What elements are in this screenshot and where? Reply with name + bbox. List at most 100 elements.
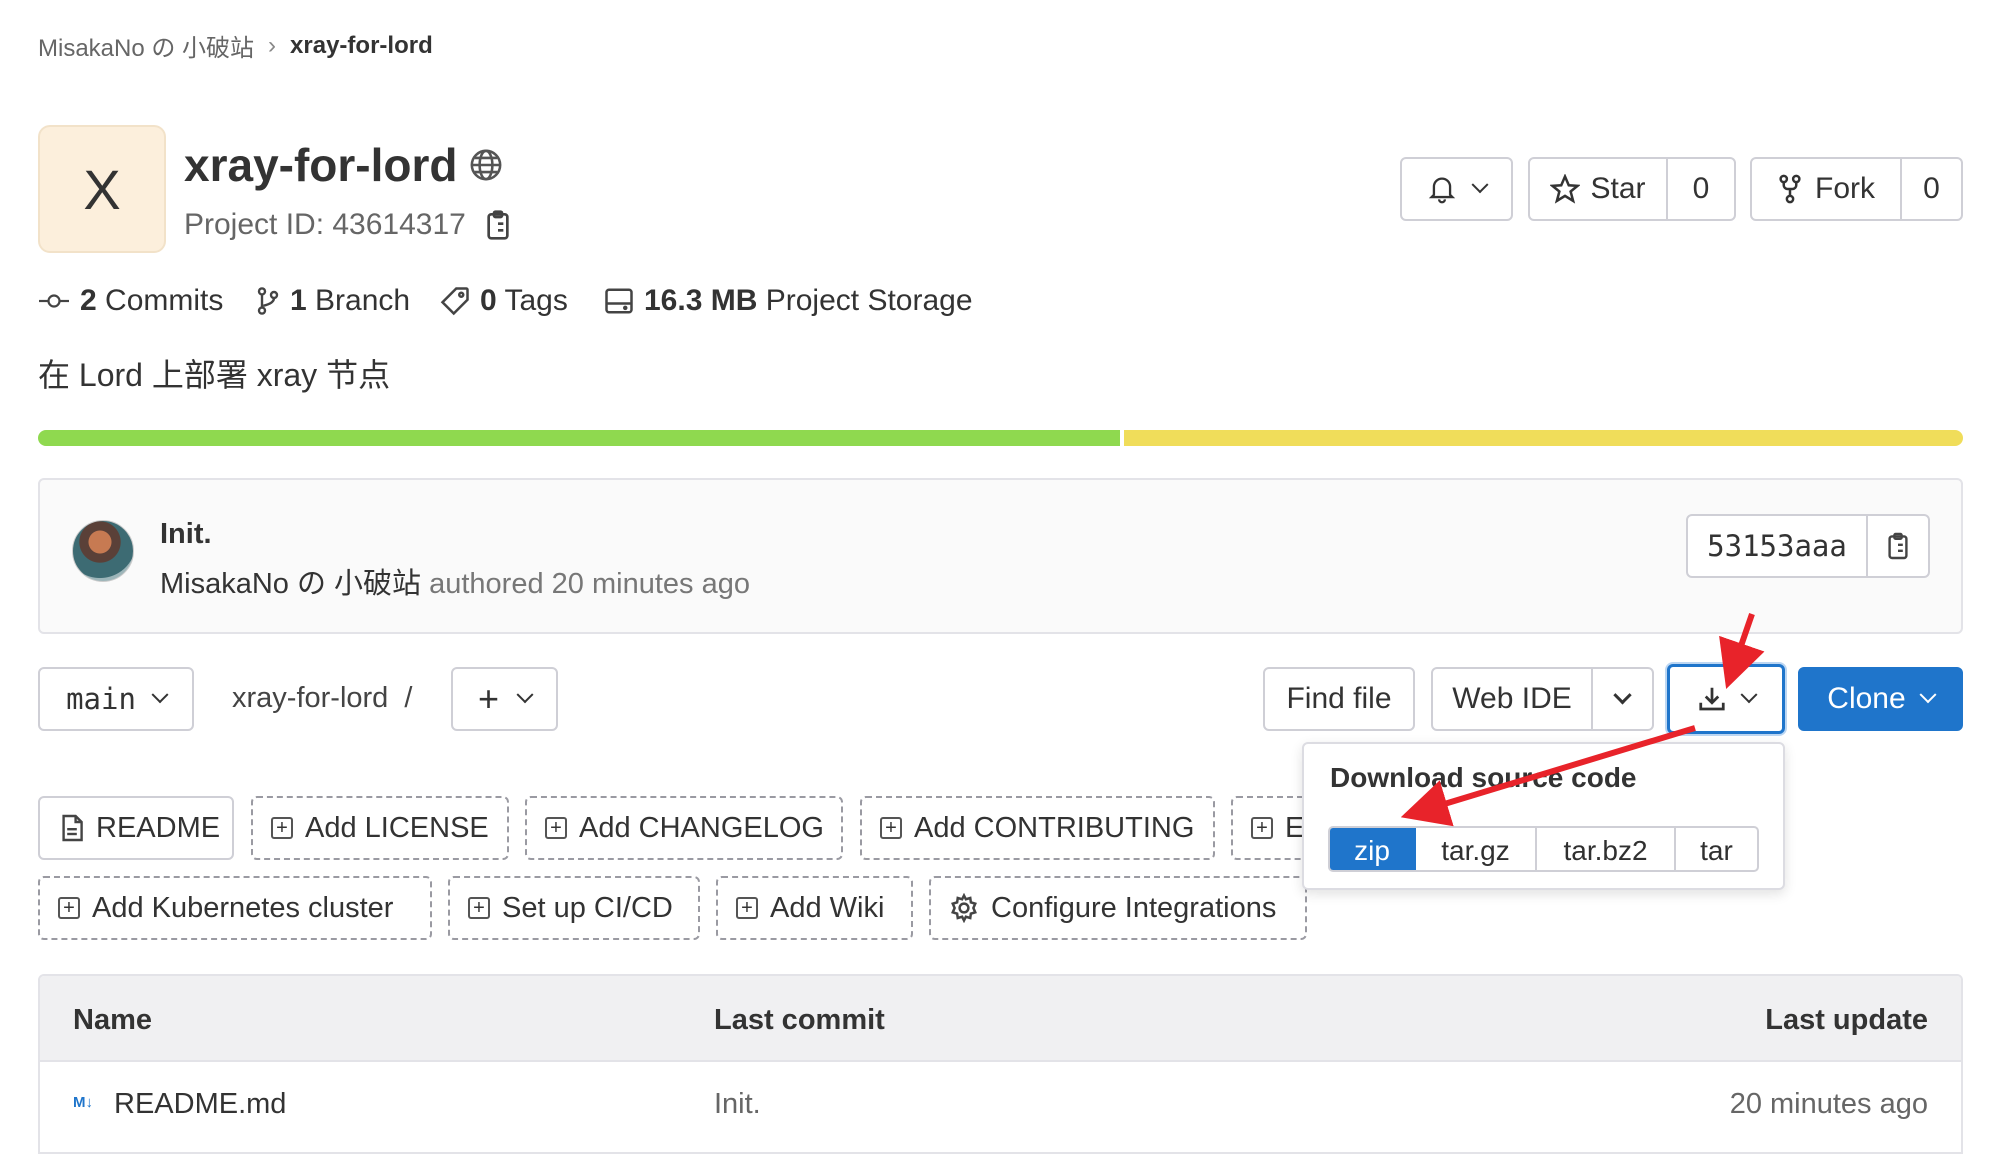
readme-label: README [96,811,221,844]
download-dropdown: Download source code zip tar.gz tar.bz2 … [1302,742,1785,890]
download-format-group: zip tar.gz tar.bz2 tar [1328,826,1759,872]
breadcrumb-group-link[interactable]: MisakaNo の 小破站 [38,28,254,63]
fork-label: Fork [1815,172,1875,205]
clone-label: Clone [1827,682,1906,715]
star-label: Star [1590,172,1646,205]
notifications-button[interactable] [1400,157,1513,221]
file-name[interactable]: README.md [114,1088,286,1121]
repo-path: xray-for-lord / [232,682,412,715]
document-icon [62,814,83,842]
configure-integrations-label: Configure Integrations [991,891,1277,924]
plus-square-icon: + [58,897,80,919]
storage-size: 16.3 MB [644,284,758,317]
add-changelog-button[interactable]: + Add CHANGELOG [525,796,843,860]
file-last-commit[interactable]: Init. [714,1088,761,1121]
column-header-last-commit: Last commit [714,1004,885,1036]
web-ide-dropdown[interactable] [1593,685,1652,706]
last-commit-panel [38,478,1963,634]
branch-selector[interactable]: main [38,667,194,731]
commits-label: Commits [105,284,224,317]
file-last-update: 20 minutes ago [1729,1088,1928,1120]
branch-stat[interactable]: 1 Branch [256,284,410,318]
plus-square-icon: + [545,817,567,839]
column-header-name: Name [73,1004,152,1036]
add-contributing-label: Add CONTRIBUTING [914,811,1195,844]
download-button[interactable] [1667,664,1785,734]
markdown-icon: M↓ [73,1094,93,1111]
plus-square-icon: + [736,897,758,919]
copy-sha-button[interactable] [1868,531,1928,561]
file-table: Name Last commit Last update M↓ README.m… [38,974,1963,1154]
branch-icon [257,287,279,315]
web-ide-button[interactable]: Web IDE [1433,669,1593,729]
file-table-header: Name Last commit Last update [40,976,1961,1062]
setup-cicd-button[interactable]: + Set up CI/CD [448,876,700,940]
commit-author[interactable]: MisakaNo の 小破站 [160,568,421,600]
plus-square-icon: + [1251,817,1273,839]
tags-count: 0 [480,284,497,317]
copy-project-id-button[interactable] [484,209,512,241]
breadcrumb-project-link[interactable]: xray-for-lord [290,32,433,60]
star-button[interactable]: Star [1530,159,1668,219]
chevron-down-icon [1919,686,1937,704]
add-wiki-label: Add Wiki [770,891,885,924]
add-license-label: Add LICENSE [305,811,489,844]
commits-stat[interactable]: 2 Commits [38,284,223,318]
chevron-down-icon [1613,685,1632,704]
download-tarbz2-button[interactable]: tar.bz2 [1537,828,1676,870]
avatar[interactable] [72,520,134,582]
download-tar-button[interactable]: tar [1676,828,1757,870]
project-id: Project ID: 43614317 [184,208,466,241]
star-button-group: Star 0 [1528,157,1736,221]
clone-button[interactable]: Clone [1798,667,1963,731]
storage-label: Project Storage [765,284,973,317]
chevron-down-icon [516,686,534,704]
star-count[interactable]: 0 [1668,172,1734,206]
table-row[interactable]: M↓ README.md Init. 20 minutes ago [40,1062,1961,1148]
language-segment-1 [38,430,1120,446]
globe-icon [469,148,503,182]
storage-stat[interactable]: 16.3 MB Project Storage [604,284,973,318]
add-kubernetes-button[interactable]: + Add Kubernetes cluster [38,876,432,940]
commit-sha-group: 53153aaa [1686,514,1930,578]
setup-cicd-label: Set up CI/CD [502,891,673,924]
page-title: xray-for-lord [184,139,458,191]
commit-meta: MisakaNo の 小破站 authored 20 minutes ago [160,560,750,602]
plus-square-icon: + [880,817,902,839]
download-zip-button[interactable]: zip [1330,828,1416,870]
download-targz-button[interactable]: tar.gz [1416,828,1537,870]
commit-title[interactable]: Init. [160,518,212,551]
add-wiki-button[interactable]: + Add Wiki [716,876,913,940]
fork-count[interactable]: 0 [1902,172,1961,206]
tag-icon [440,287,469,316]
commits-count: 2 [80,284,97,317]
plus-icon: + [477,678,500,719]
commit-sha[interactable]: 53153aaa [1688,516,1868,576]
clipboard-icon [487,210,509,240]
bell-icon [1428,177,1455,204]
branch-count: 1 [290,284,307,317]
chevron-down-icon [1471,176,1488,194]
readme-button[interactable]: README [38,796,234,860]
branch-label: Branch [315,284,411,317]
chevron-down-icon [151,686,169,704]
project-id-row: Project ID: 43614317 [184,208,512,242]
web-ide-group: Web IDE [1431,667,1654,731]
plus-square-icon: + [468,897,490,919]
add-changelog-label: Add CHANGELOG [579,811,824,844]
fork-button-group: Fork 0 [1750,157,1963,221]
configure-integrations-button[interactable]: Configure Integrations [929,876,1307,940]
branch-selector-label: main [66,682,136,716]
repo-path-root[interactable]: xray-for-lord [232,682,388,715]
tags-stat[interactable]: 0 Tags [440,284,568,318]
language-segment-2 [1123,430,1963,446]
add-kubernetes-label: Add Kubernetes cluster [92,891,394,924]
add-contributing-button[interactable]: + Add CONTRIBUTING [860,796,1215,860]
add-license-button[interactable]: + Add LICENSE [251,796,509,860]
clipboard-icon [1888,532,1908,560]
find-file-button[interactable]: Find file [1263,667,1415,731]
breadcrumb-separator: › [268,31,277,59]
fork-button[interactable]: Fork [1752,159,1902,219]
add-to-tree-button[interactable]: + [451,667,558,731]
fork-icon [1779,174,1801,204]
